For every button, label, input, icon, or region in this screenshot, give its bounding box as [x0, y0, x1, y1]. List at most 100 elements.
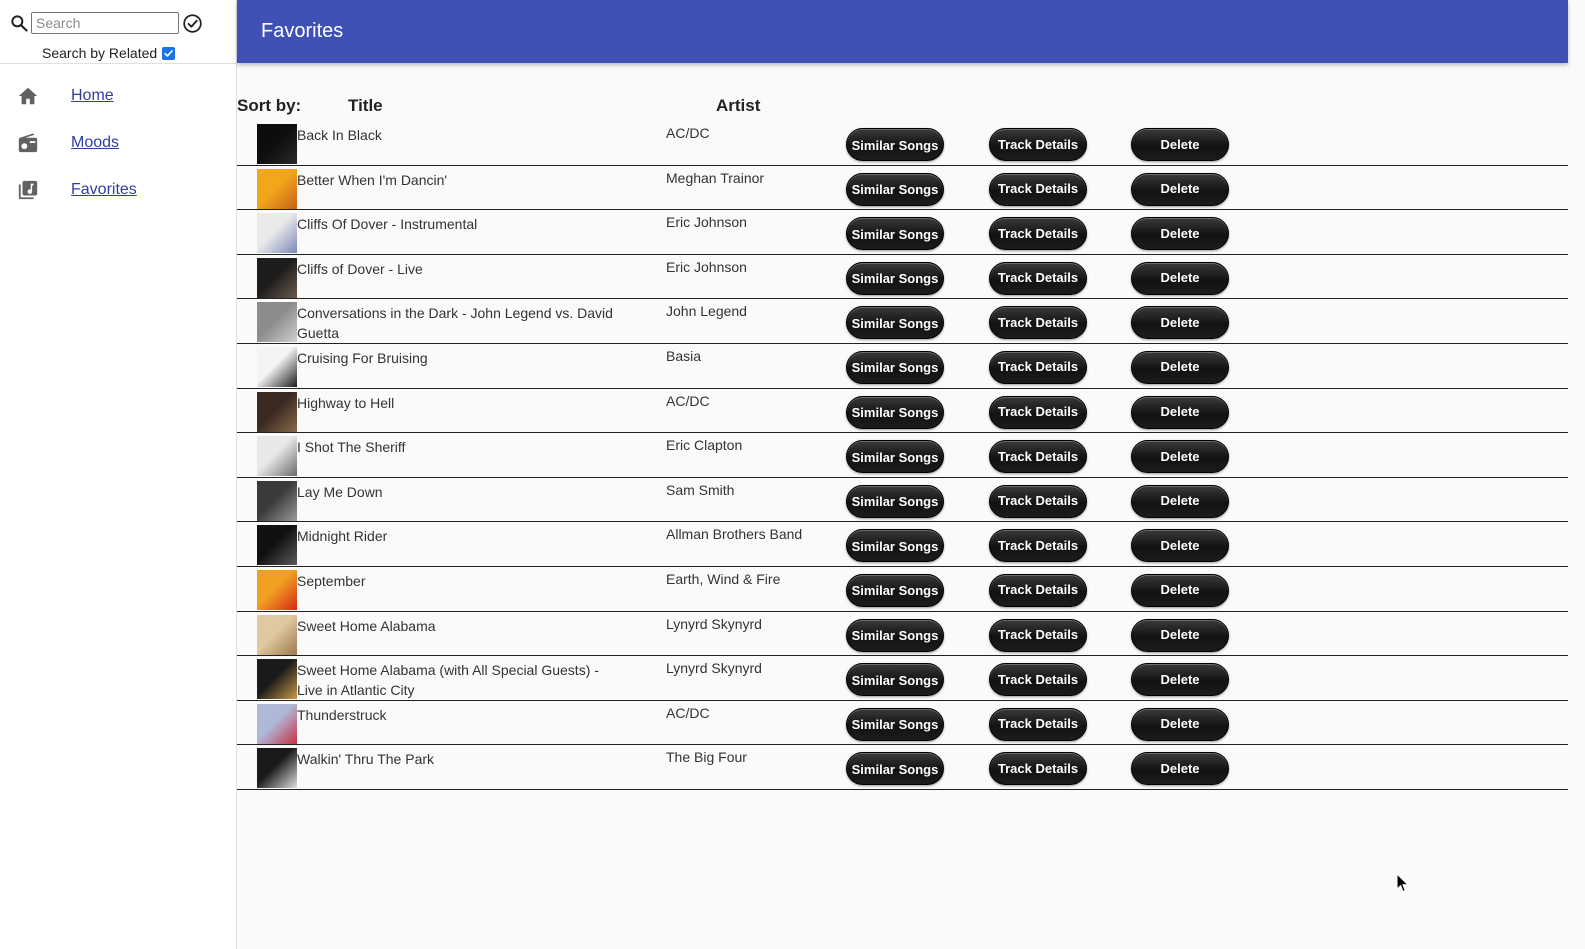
sidebar-link-favorites[interactable]: Favorites [71, 181, 137, 199]
track-title: Cruising For Bruising [297, 349, 428, 366]
radio-icon [17, 132, 39, 154]
track-title: Cliffs of Dover - Live [297, 260, 423, 277]
similar-songs-button[interactable]: Similar Songs [846, 663, 944, 697]
track-details-button[interactable]: Track Details [989, 395, 1087, 429]
page-title: Favorites [261, 20, 344, 42]
similar-songs-button[interactable]: Similar Songs [846, 306, 944, 340]
delete-button[interactable]: Delete [1131, 261, 1229, 295]
sidebar-link-home[interactable]: Home [71, 87, 114, 105]
track-artist: Sam Smith [666, 481, 735, 498]
track-details-button[interactable]: Track Details [989, 350, 1087, 384]
track-details-button[interactable]: Track Details [989, 484, 1087, 518]
search-by-related-checkbox[interactable] [162, 46, 176, 60]
search-row [8, 12, 203, 34]
track-title: Thunderstruck [297, 706, 387, 723]
sidebar-item-favorites[interactable]: Favorites [0, 170, 237, 210]
delete-button[interactable]: Delete [1131, 440, 1229, 474]
album-art [257, 525, 297, 566]
similar-songs-button[interactable]: Similar Songs [846, 217, 944, 251]
track-details-button[interactable]: Track Details [989, 217, 1087, 251]
sidebar-item-moods[interactable]: Moods [0, 123, 237, 163]
similar-songs-button[interactable]: Similar Songs [846, 707, 944, 741]
track-row: Better When I'm Dancin' Meghan Trainor S… [237, 166, 1568, 211]
track-artist: Basia [666, 347, 702, 364]
track-row: Midnight Rider Allman Brothers Band Simi… [237, 522, 1568, 567]
track-row: Walkin' Thru The Park The Big Four Simil… [237, 745, 1568, 790]
track-artist: Lynyrd Skynyrd [666, 615, 762, 632]
similar-songs-button[interactable]: Similar Songs [846, 529, 944, 563]
track-details-button[interactable]: Track Details [989, 529, 1087, 563]
track-row: Thunderstruck AC/DC Similar Songs Track … [237, 701, 1568, 746]
similar-songs-button[interactable]: Similar Songs [846, 440, 944, 474]
delete-button[interactable]: Delete [1131, 395, 1229, 429]
track-details-button[interactable]: Track Details [989, 707, 1087, 741]
app: Search by Related Home Moods Favorites [0, 0, 1585, 949]
search-icon[interactable] [8, 12, 30, 34]
track-artist: Allman Brothers Band [666, 526, 803, 543]
check-circle-icon[interactable] [181, 12, 203, 34]
track-title: Sweet Home Alabama [297, 617, 436, 634]
track-details-button[interactable]: Track Details [989, 128, 1087, 161]
delete-button[interactable]: Delete [1131, 707, 1229, 741]
delete-button[interactable]: Delete [1131, 306, 1229, 340]
track-row: September Earth, Wind & Fire Similar Son… [237, 567, 1568, 612]
track-title: I Shot The Sheriff [297, 439, 406, 456]
similar-songs-button[interactable]: Similar Songs [846, 618, 944, 652]
track-row: Cruising For Bruising Basia Similar Song… [237, 344, 1568, 389]
track-row: I Shot The Sheriff Eric Clapton Similar … [237, 433, 1568, 478]
similar-songs-button[interactable]: Similar Songs [846, 261, 944, 295]
album-art [257, 436, 297, 477]
delete-button[interactable]: Delete [1131, 350, 1229, 384]
delete-button[interactable]: Delete [1131, 128, 1229, 161]
delete-button[interactable]: Delete [1131, 529, 1229, 563]
similar-songs-button[interactable]: Similar Songs [846, 350, 944, 384]
track-artist: The Big Four [666, 749, 747, 766]
similar-songs-button[interactable]: Similar Songs [846, 752, 944, 786]
album-art [257, 346, 297, 387]
search-by-related-label: Search by Related [42, 45, 158, 61]
sort-by-title[interactable]: Title [348, 96, 383, 116]
similar-songs-button[interactable]: Similar Songs [846, 395, 944, 429]
delete-button[interactable]: Delete [1131, 172, 1229, 206]
track-list: Back In Black AC/DC Similar Songs Track … [237, 121, 1568, 790]
delete-button[interactable]: Delete [1131, 573, 1229, 607]
delete-button[interactable]: Delete [1131, 618, 1229, 652]
track-artist: John Legend [666, 303, 747, 320]
track-row: Sweet Home Alabama Lynyrd Skynyrd Simila… [237, 612, 1568, 657]
delete-button[interactable]: Delete [1131, 663, 1229, 697]
track-details-button[interactable]: Track Details [989, 663, 1087, 697]
track-artist: AC/DC [666, 125, 710, 141]
track-title: Cliffs Of Dover - Instrumental [297, 216, 478, 233]
similar-songs-button[interactable]: Similar Songs [846, 484, 944, 518]
track-details-button[interactable]: Track Details [989, 306, 1087, 340]
search-by-related: Search by Related [42, 45, 176, 61]
track-details-button[interactable]: Track Details [989, 440, 1087, 474]
album-art [257, 168, 297, 209]
track-row: Highway to Hell AC/DC Similar Songs Trac… [237, 389, 1568, 434]
track-row: Cliffs Of Dover - Instrumental Eric John… [237, 210, 1568, 255]
delete-button[interactable]: Delete [1131, 752, 1229, 786]
track-details-button[interactable]: Track Details [989, 618, 1087, 652]
track-details-button[interactable]: Track Details [989, 261, 1087, 295]
album-art [257, 213, 297, 254]
sort-label: Sort by: [237, 96, 302, 115]
similar-songs-button[interactable]: Similar Songs [846, 128, 944, 161]
track-title: September [297, 572, 366, 589]
track-artist: Eric Johnson [666, 258, 747, 275]
sort-by-artist[interactable]: Artist [716, 96, 760, 116]
sidebar-item-home[interactable]: Home [0, 76, 237, 116]
track-details-button[interactable]: Track Details [989, 172, 1087, 206]
delete-button[interactable]: Delete [1131, 217, 1229, 251]
delete-button[interactable]: Delete [1131, 484, 1229, 518]
album-art [257, 569, 297, 610]
similar-songs-button[interactable]: Similar Songs [846, 172, 944, 206]
track-row: Sweet Home Alabama (with All Special Gue… [237, 656, 1568, 701]
track-artist: Earth, Wind & Fire [666, 570, 781, 587]
sidebar-link-moods[interactable]: Moods [71, 134, 119, 152]
track-details-button[interactable]: Track Details [989, 752, 1087, 786]
sidebar: Search by Related Home Moods Favorites [0, 0, 237, 949]
similar-songs-button[interactable]: Similar Songs [846, 573, 944, 607]
track-details-button[interactable]: Track Details [989, 573, 1087, 607]
mouse-cursor-icon [1396, 873, 1410, 893]
search-input[interactable] [31, 12, 179, 34]
